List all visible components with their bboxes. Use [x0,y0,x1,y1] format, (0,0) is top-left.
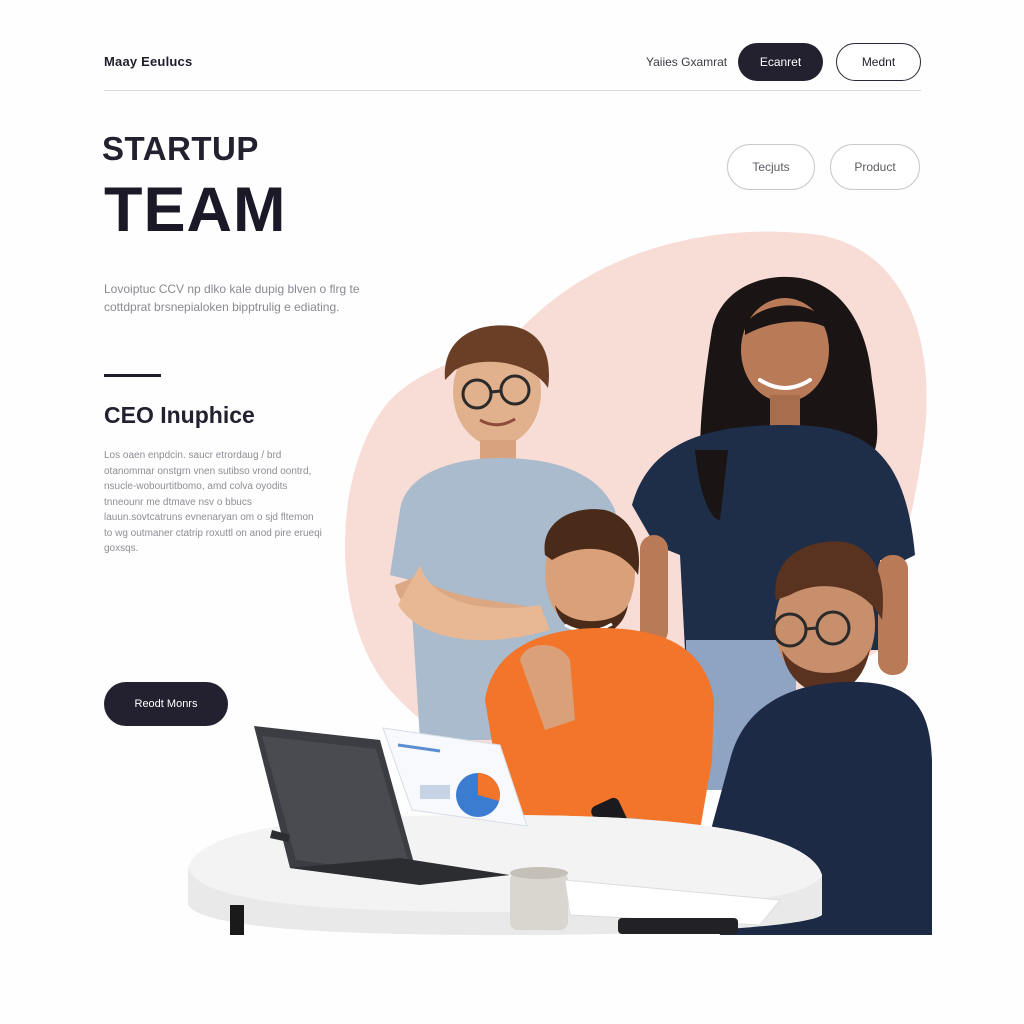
meet-button[interactable]: Mednt [836,43,921,81]
product-button[interactable]: Product [830,144,920,190]
read-more-button[interactable]: Reodt Monrs [104,682,228,726]
features-button[interactable]: Tecjuts [727,144,815,190]
connect-button[interactable]: Ecanret [738,43,823,81]
header-divider [104,90,921,91]
nav-link[interactable]: Yaiies Gxamrat [646,55,727,69]
hero-title-line-2: TEAM [104,175,287,245]
hero-title-line-1: STARTUP [102,130,259,167]
role-title: CEO Inuphice [104,402,255,428]
section-accent-bar [104,374,161,377]
brand-logo-text[interactable]: Maay Eeulucs [104,54,192,69]
role-description: Los oaen enpdcin. saucr etrordaug / brd … [104,450,322,554]
phone-on-table [618,918,738,934]
intro-paragraph: Lovoiptuc CCV np dlko kale dupig blven o… [104,282,360,314]
landing-page: Maay Eeulucs Yaiies Gxamrat Ecanret Medn… [0,0,1024,1024]
coffee-mug [510,867,568,930]
